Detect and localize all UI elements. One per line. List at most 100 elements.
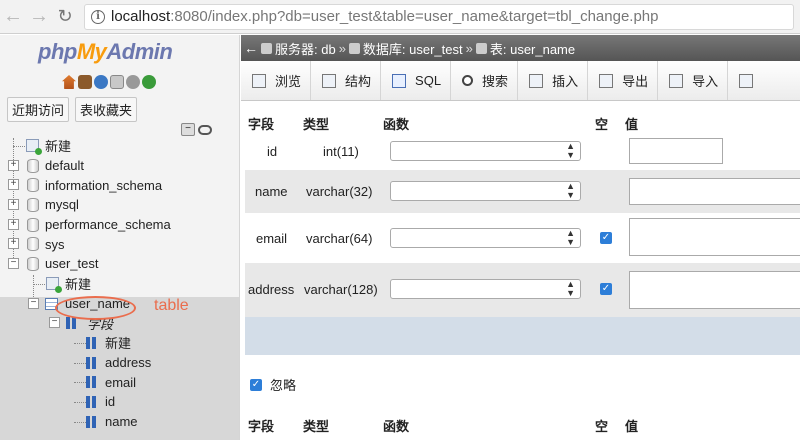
search-icon <box>462 75 474 86</box>
expand-icon[interactable]: + <box>8 218 19 230</box>
database-icon <box>27 198 39 213</box>
quick-links <box>62 75 156 89</box>
breadcrumb-database[interactable]: 数据库: user_test <box>363 39 463 58</box>
docs-icon[interactable] <box>110 75 124 89</box>
tab-export[interactable]: 导出 <box>588 61 659 100</box>
columns-icon <box>66 317 78 330</box>
database-icon <box>27 237 39 252</box>
tab-structure[interactable]: 结构 <box>311 61 382 100</box>
tab-more[interactable] <box>728 61 771 100</box>
browse-icon <box>252 73 266 88</box>
ignore-option[interactable]: ✓ 忽略 <box>250 375 296 394</box>
function-select[interactable]: ▲ ▼ <box>390 181 581 201</box>
home-icon[interactable] <box>62 75 76 89</box>
navigation-panel: phpMyAdmin 近期访问 表收藏夹 − 新建 + default + in… <box>0 35 240 440</box>
tree-item-user-test-new[interactable]: 新建 <box>0 274 239 294</box>
column-icon <box>86 395 98 408</box>
tree-item-column-id[interactable]: id <box>0 392 239 412</box>
insert-grid-header: 字段 类型 函数 空 值 <box>245 110 800 134</box>
value-input[interactable] <box>629 138 723 164</box>
info-icon[interactable]: i <box>91 9 105 24</box>
collapse-nav-arrow-icon[interactable]: ← <box>241 40 261 56</box>
tab-import[interactable]: 导入 <box>658 61 729 100</box>
collapse-icon[interactable]: − <box>28 297 39 309</box>
expand-icon[interactable]: + <box>8 199 19 211</box>
url-path: :8080/index.php?db=user_test&table=user_… <box>170 8 659 25</box>
breadcrumb-table[interactable]: 表: user_name <box>490 39 575 58</box>
exit-icon[interactable] <box>78 75 92 89</box>
sql-icon <box>392 73 407 88</box>
expand-icon[interactable]: + <box>8 179 19 191</box>
forward-arrow-icon[interactable]: → <box>26 4 52 30</box>
new-icon <box>26 139 42 155</box>
new-column-icon <box>86 336 98 349</box>
tree-item-columns-new[interactable]: 新建 <box>0 333 239 353</box>
table-menu: 浏览 结构 SQL 搜索 插入 导出 导入 <box>241 61 800 101</box>
database-icon <box>27 217 39 232</box>
tree-item-information-schema[interactable]: + information_schema <box>0 175 239 195</box>
tree-item-mysql[interactable]: + mysql <box>0 195 239 215</box>
tree-item-column-email[interactable]: email <box>0 372 239 392</box>
reload-icon[interactable]: ↻ <box>52 4 78 30</box>
database-icon <box>348 42 360 54</box>
collapse-icon[interactable]: − <box>49 317 60 329</box>
url-host: localhost <box>111 8 171 25</box>
collapse-all-icon[interactable]: − <box>181 123 195 136</box>
column-icon <box>86 415 98 428</box>
tab-browse[interactable]: 浏览 <box>241 61 312 100</box>
value-input[interactable] <box>629 178 800 205</box>
breadcrumb-server[interactable]: 服务器: db <box>275 39 336 58</box>
function-select[interactable]: ▲ ▼ <box>390 141 581 161</box>
back-arrow-icon[interactable]: ← <box>0 4 26 30</box>
server-icon <box>261 42 272 54</box>
link-icon[interactable] <box>198 125 212 135</box>
tree-item-column-address[interactable]: address <box>0 353 239 373</box>
tab-search[interactable]: 搜索 <box>451 61 519 100</box>
annotation-label: table <box>154 297 189 314</box>
insert-grid-header-2: 字段 类型 函数 空 值 <box>245 412 800 436</box>
breadcrumb: ← 服务器: db » 数据库: user_test » 表: user_nam… <box>241 35 800 61</box>
value-textarea[interactable] <box>629 271 800 309</box>
tree-item-new[interactable]: 新建 <box>0 136 239 156</box>
tree-item-sys[interactable]: + sys <box>0 234 239 254</box>
null-checkbox[interactable]: ✓ <box>600 283 612 295</box>
value-textarea[interactable] <box>629 218 800 256</box>
expand-icon[interactable]: + <box>8 238 19 250</box>
insert-actions-band <box>245 317 800 355</box>
ignore-checkbox[interactable]: ✓ <box>250 378 262 391</box>
function-select[interactable]: ▲ ▼ <box>390 279 581 299</box>
insert-row-id: id int(11) ▲ ▼ <box>245 134 800 170</box>
collapse-icon[interactable]: − <box>8 258 19 270</box>
tab-sql[interactable]: SQL <box>381 61 452 100</box>
database-icon <box>27 178 39 193</box>
database-icon <box>27 158 39 173</box>
refresh-icon[interactable] <box>142 75 156 89</box>
tree-item-default[interactable]: + default <box>0 156 239 176</box>
insert-row-name: name varchar(32) ▲ ▼ <box>245 170 800 213</box>
column-icon <box>86 376 98 389</box>
tree-item-user-test[interactable]: − user_test <box>0 254 239 274</box>
table-icon <box>475 42 487 54</box>
expand-icon[interactable]: + <box>8 159 19 171</box>
more-icon <box>739 73 754 88</box>
tree-item-performance-schema[interactable]: + performance_schema <box>0 215 239 235</box>
annotation-ellipse <box>55 296 136 320</box>
database-icon <box>27 257 39 272</box>
structure-icon <box>322 73 337 88</box>
main-content: ← 服务器: db » 数据库: user_test » 表: user_nam… <box>241 35 800 440</box>
address-bar[interactable]: i localhost:8080/index.php?db=user_test&… <box>84 3 794 30</box>
database-tree: 新建 + default + information_schema + mysq… <box>0 136 239 432</box>
phpmyadmin-logo[interactable]: phpMyAdmin <box>38 39 173 65</box>
new-icon <box>46 276 62 293</box>
favorites-tab[interactable]: 表收藏夹 <box>75 97 138 122</box>
tree-item-column-name[interactable]: name <box>0 412 239 432</box>
gear-icon[interactable] <box>126 75 140 89</box>
function-select[interactable]: ▲ ▼ <box>390 228 581 248</box>
recent-tab[interactable]: 近期访问 <box>7 97 70 122</box>
insert-icon <box>529 73 544 88</box>
insert-row-email: email varchar(64) ▲ ▼ ✓ <box>245 213 800 263</box>
null-checkbox[interactable]: ✓ <box>600 232 612 244</box>
tab-insert[interactable]: 插入 <box>518 61 589 100</box>
help-icon[interactable] <box>94 75 108 89</box>
browser-toolbar: ← → ↻ i localhost:8080/index.php?db=user… <box>0 0 800 34</box>
